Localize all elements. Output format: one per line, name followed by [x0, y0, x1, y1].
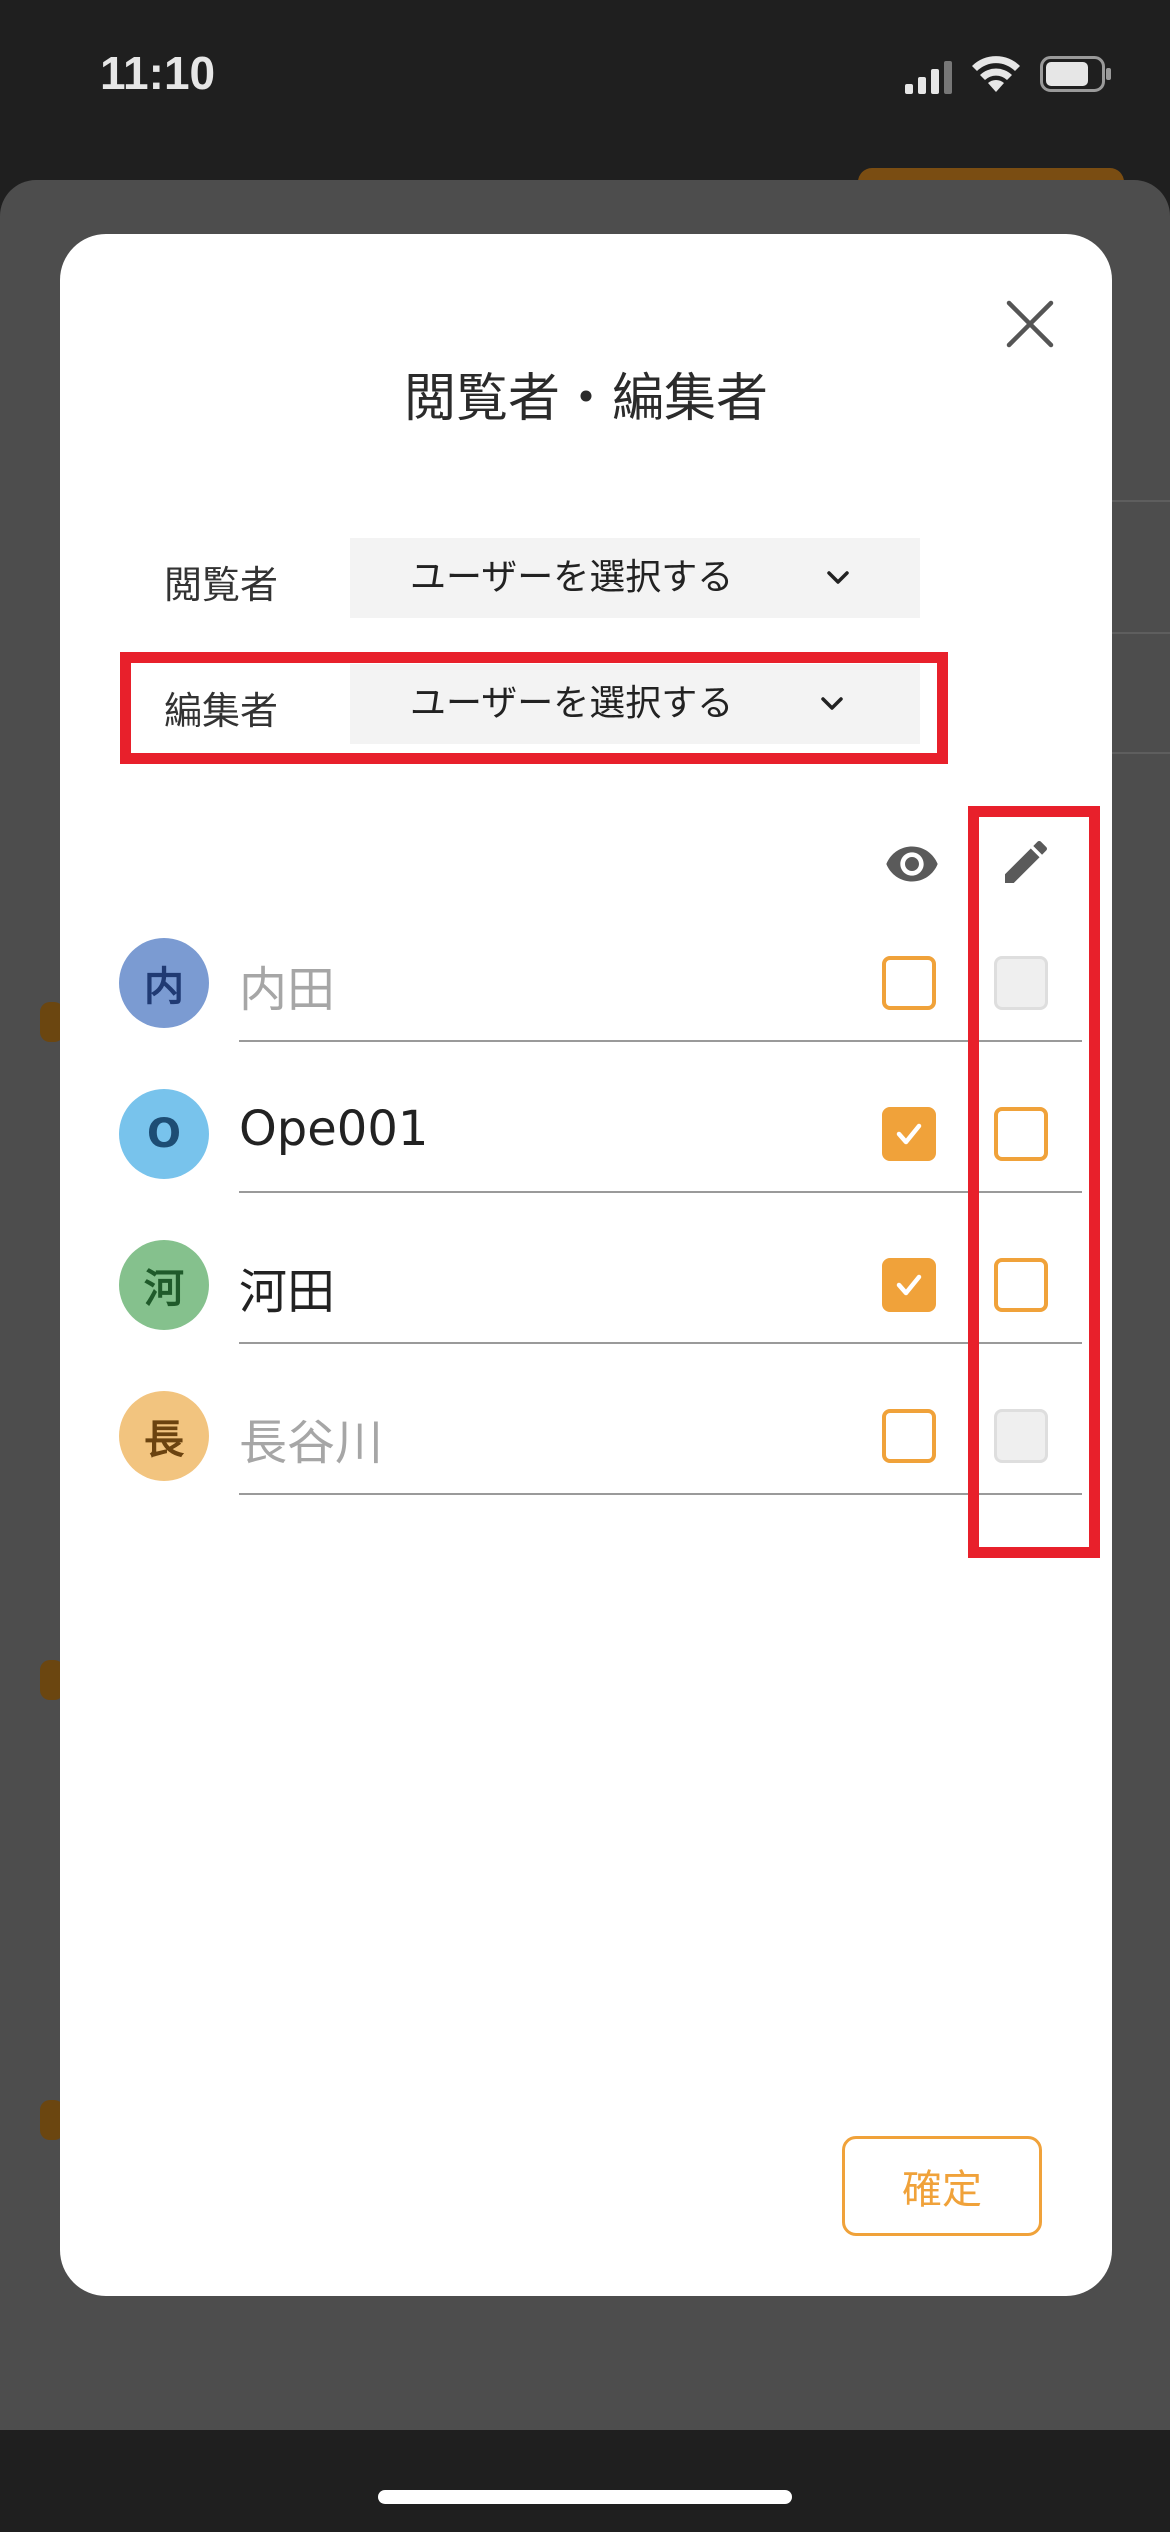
viewer-label: 閲覧者: [164, 563, 279, 607]
row-divider: [239, 1191, 1082, 1193]
viewer-editor-dialog: 閲覧者・編集者 閲覧者 ユーザーを選択する 編集者 ユーザーを選択する 内内田 O…: [60, 234, 1112, 2296]
battery-icon: [1040, 56, 1111, 92]
user-name: Ope001: [239, 1101, 429, 1157]
user-name: 長谷川: [239, 1415, 384, 1471]
home-indicator: [378, 2490, 792, 2504]
editor-row-highlight: [120, 652, 948, 764]
cellular-signal-icon: [905, 61, 952, 94]
viewer-select[interactable]: ユーザーを選択する: [350, 538, 920, 618]
close-icon: [1006, 300, 1054, 348]
user-avatar: 内: [119, 938, 209, 1028]
row-divider: [239, 1342, 1082, 1344]
confirm-button[interactable]: 確定: [842, 2136, 1042, 2236]
background-divider: [1112, 752, 1170, 754]
viewer-checkbox[interactable]: [882, 1409, 936, 1463]
dialog-title: 閲覧者・編集者: [403, 369, 768, 429]
chevron-down-icon: [827, 571, 849, 584]
checkmark-icon: [896, 1123, 922, 1145]
user-avatar: 河: [119, 1240, 209, 1330]
viewer-select-value: ユーザーを選択する: [410, 557, 734, 598]
user-avatar: 長: [119, 1391, 209, 1481]
viewer-checkbox[interactable]: [882, 1258, 936, 1312]
row-divider: [239, 1040, 1082, 1042]
row-divider: [239, 1493, 1082, 1495]
checkmark-icon: [896, 1274, 922, 1296]
user-avatar: O: [119, 1089, 209, 1179]
background-divider: [1112, 632, 1170, 634]
background-divider: [1112, 500, 1170, 502]
wifi-icon: [972, 56, 1020, 92]
viewer-checkbox[interactable]: [882, 956, 936, 1010]
user-name: 内田: [239, 962, 336, 1018]
status-bar: 11:10: [0, 0, 1170, 150]
user-name: 河田: [239, 1264, 336, 1320]
viewer-checkbox[interactable]: [882, 1107, 936, 1161]
eye-icon: [886, 846, 938, 882]
editor-column-highlight: [968, 806, 1100, 1558]
status-time: 11:10: [100, 47, 216, 99]
